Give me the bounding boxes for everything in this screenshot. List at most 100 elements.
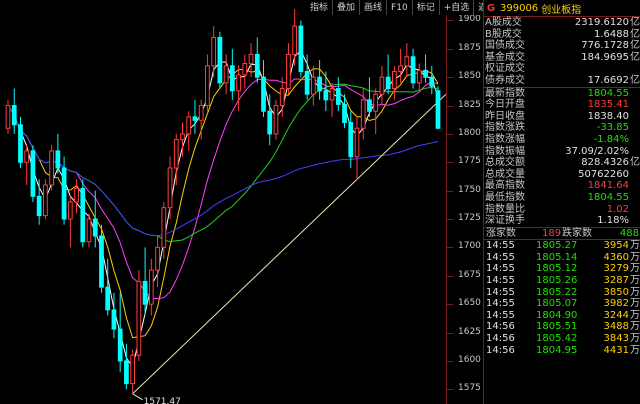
candle-body: [248, 53, 254, 65]
candle-body: [317, 76, 322, 92]
toolbar-button[interactable]: 叠加: [333, 0, 361, 15]
stat-row: 指数振幅 37.09/2.02%: [484, 146, 640, 158]
tick-row[interactable]: 14:55 1805.26 3287 万: [484, 275, 640, 287]
stat-value: -1.84%: [593, 133, 629, 145]
candle-body: [273, 105, 279, 135]
y-tick-label: 1750: [458, 184, 481, 195]
toolbar-button[interactable]: F10: [387, 0, 413, 15]
candle-body: [80, 187, 86, 243]
candle-body: [92, 218, 98, 237]
candle-body: [205, 65, 210, 107]
tick-row[interactable]: 14:56 1805.51 3488 万: [484, 321, 640, 333]
stat-label: 指数涨幅: [485, 133, 525, 145]
tick-volume: 3954: [603, 240, 629, 252]
candle-body: [186, 116, 192, 135]
tick-row[interactable]: 14:55 1804.90 3244 万: [484, 310, 640, 322]
stat-value: 37.09/2.02%: [565, 145, 629, 157]
tick-unit: 万: [630, 333, 640, 345]
trend-line[interactable]: [132, 93, 446, 395]
kline-chart[interactable]: 1571.47: [0, 0, 446, 404]
stat-label: 昨日收盘: [485, 110, 525, 122]
tick-row[interactable]: 14:55 1805.27 3954 万: [484, 240, 640, 252]
y-tick-mark: [447, 77, 453, 79]
tick-volume: 3488: [603, 321, 629, 333]
tick-row[interactable]: 14:55 1805.12 3279 万: [484, 263, 640, 275]
stat-row: 指数涨幅 -1.84%: [484, 134, 640, 146]
candle-body: [155, 246, 160, 271]
stat-value: 1.02: [606, 203, 629, 215]
tick-time: 14:55: [486, 251, 515, 263]
candle-body: [348, 122, 354, 158]
stat-label: 最高指数: [485, 180, 525, 192]
stat-unit: 亿: [630, 157, 640, 169]
down-count-value: 488: [619, 227, 639, 239]
toolbar-button[interactable]: +自选: [439, 0, 475, 15]
y-tick-label: 1650: [458, 298, 481, 309]
candle-body: [167, 167, 173, 209]
toolbar-button[interactable]: 指标: [306, 0, 334, 15]
candle-body: [367, 99, 372, 112]
toolbar-button[interactable]: 画线: [360, 0, 388, 15]
candle-body: [360, 99, 366, 129]
candle-body: [335, 88, 341, 105]
candle-body: [329, 88, 335, 101]
candle-body: [416, 69, 422, 84]
y-tick-label: 1600: [458, 354, 481, 365]
tick-row[interactable]: 14:56 1804.95 4431 万: [484, 345, 640, 357]
tick-price: 1805.22: [536, 286, 578, 298]
candle-body: [18, 124, 23, 163]
tick-volume: 3244: [603, 309, 629, 321]
stat-value: 1835.41: [587, 99, 629, 111]
stat-label: A股成交: [485, 17, 522, 28]
stat-label: 总成交额: [485, 157, 525, 169]
candle-body: [61, 167, 67, 220]
tick-row[interactable]: 14:55 1805.22 3850 万: [484, 287, 640, 299]
chart-toolbar: 指标叠加画线F10标记+自选返回: [306, 0, 502, 15]
stat-unit: 亿: [630, 17, 640, 28]
candle-body: [404, 56, 410, 67]
candle-body: [211, 36, 217, 67]
kline-chart-area[interactable]: 1571.47: [0, 0, 483, 404]
index-stats-list: 最新指数 1804.55 今日开盘 1835.41 昨日收盘 1838.40 指数涨跌 -33…: [484, 86, 640, 227]
stat-row: 最新指数 1804.55: [484, 88, 640, 100]
tick-row[interactable]: 14:55 1805.07 3982 万: [484, 298, 640, 310]
stat-label: 今日开盘: [485, 99, 525, 111]
quote-panel: G 399006 创业板指 A股成交 2319.6120 亿 B股成交 1.6488 亿国…: [483, 0, 640, 404]
candle-body: [423, 69, 428, 78]
candle-body: [5, 105, 11, 129]
candle-body: [236, 74, 241, 92]
tick-time: 14:55: [486, 298, 515, 310]
candle-body: [298, 25, 304, 72]
y-tick-mark: [447, 275, 453, 277]
tick-list[interactable]: 14:55 1805.27 3954 万 14:55 1805.14 4360 万 14:55 1…: [484, 239, 640, 356]
stat-label: 最低指数: [485, 191, 525, 203]
stat-row: 国债成交 776.1728 亿: [484, 40, 640, 52]
candle-body: [398, 65, 403, 72]
tick-unit: 万: [630, 240, 640, 252]
tick-row[interactable]: 14:55 1805.14 4360 万: [484, 252, 640, 264]
tick-row[interactable]: 14:56 1805.42 3843 万: [484, 333, 640, 345]
y-tick-mark: [447, 389, 453, 391]
candle-body: [342, 103, 347, 124]
tick-volume: 3982: [603, 298, 629, 310]
y-tick-mark: [447, 332, 453, 334]
toolbar-button[interactable]: 标记: [412, 0, 440, 15]
stat-value: 50762260: [578, 168, 629, 180]
candle-body: [43, 184, 48, 217]
candle-body: [11, 105, 17, 126]
y-tick-label: 1775: [458, 156, 481, 167]
tick-time: 14:55: [486, 240, 515, 252]
candle-body: [379, 76, 385, 95]
stat-row: 总成交量 50762260: [484, 169, 640, 181]
stat-value: 1838.40: [587, 110, 629, 122]
stat-row: 权证成交: [484, 63, 640, 75]
stat-value: 1804.55: [587, 87, 629, 99]
tick-unit: 万: [630, 309, 640, 321]
tick-unit: 万: [630, 344, 640, 356]
market-turnover-list: A股成交 2319.6120 亿 B股成交 1.6488 亿国债成交 776.1728 亿基金…: [484, 17, 640, 87]
candle-body: [99, 235, 104, 288]
stat-row: 债券成交 17.6692 亿: [484, 75, 640, 87]
panel-header: G 399006 创业板指: [484, 0, 640, 17]
stat-value: 1841.64: [587, 180, 629, 192]
y-tick-mark: [447, 219, 453, 221]
